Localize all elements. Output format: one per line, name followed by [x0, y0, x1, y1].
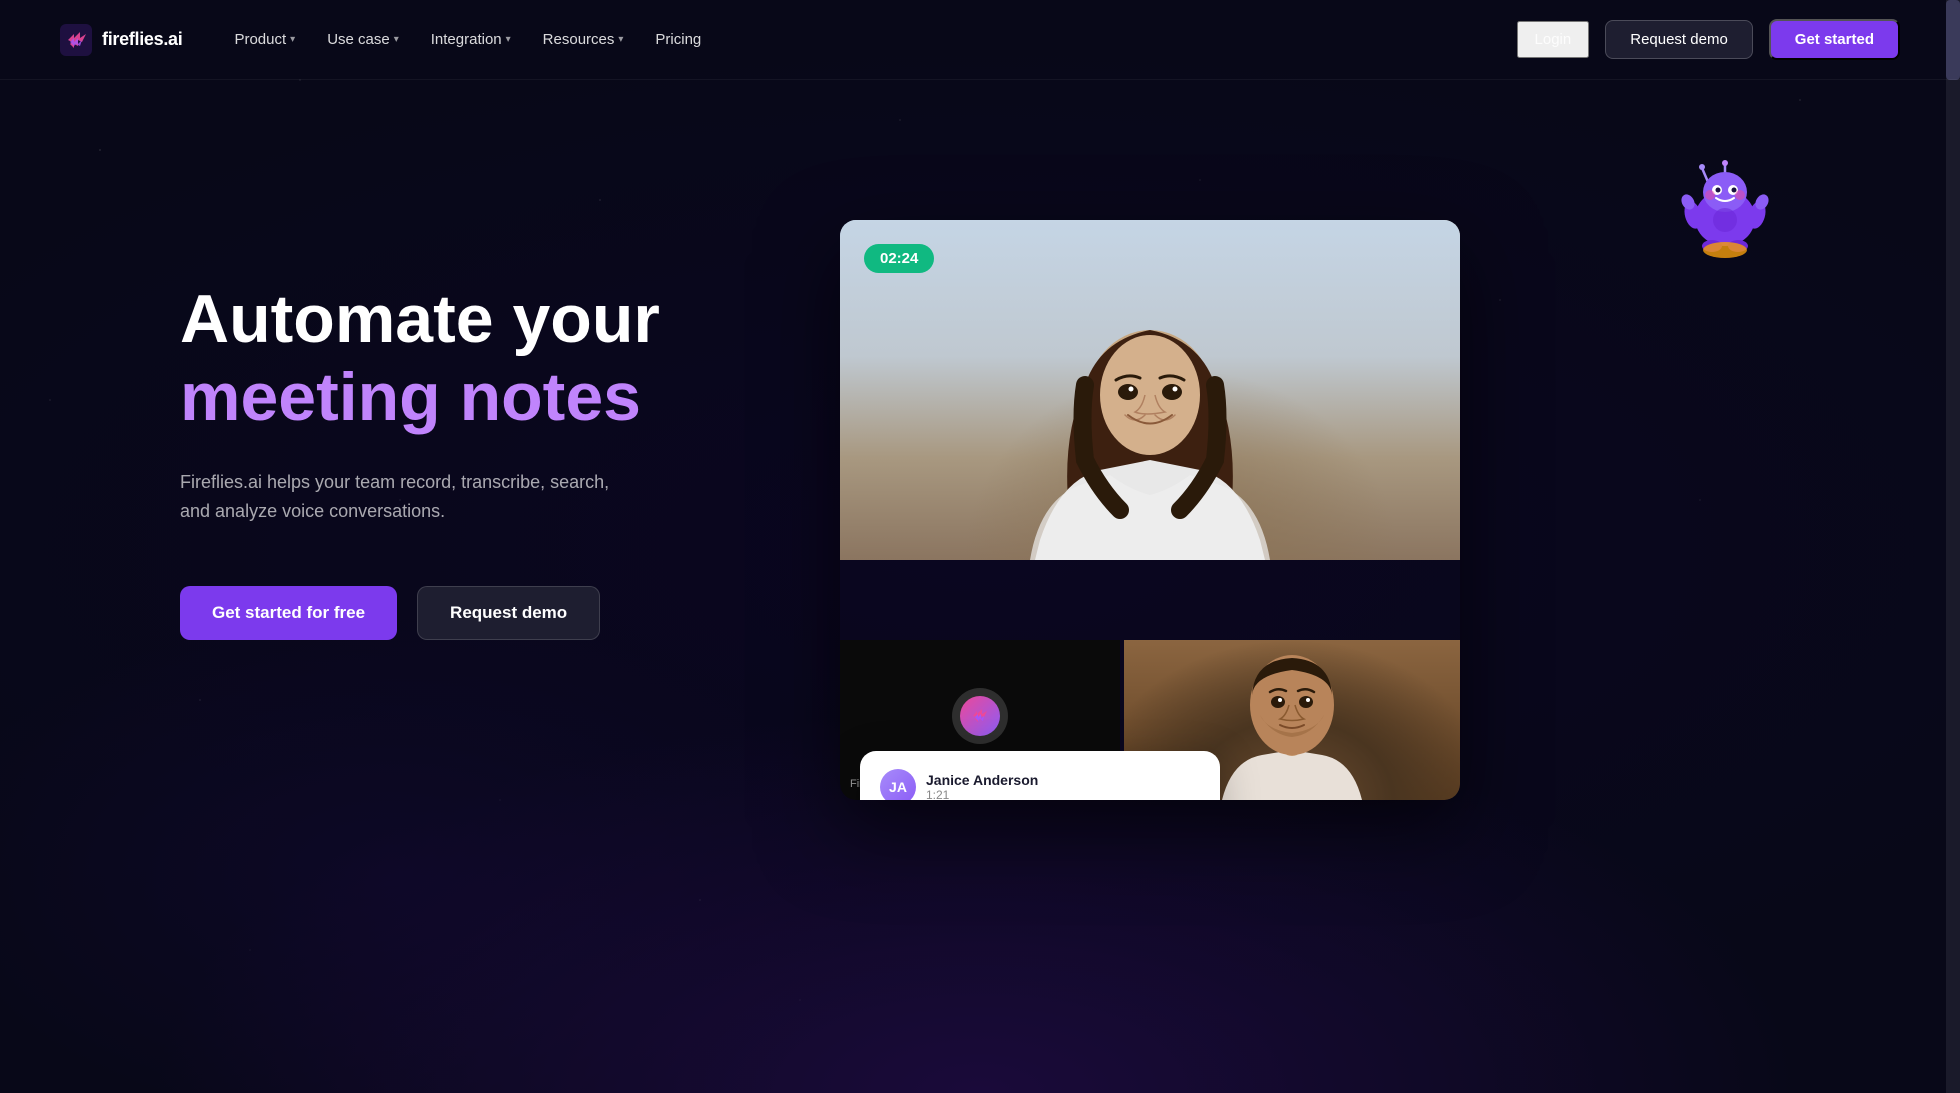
nav-left: fireflies.ai Product ▾ Use case ▾ Integr… [60, 23, 713, 56]
chevron-down-icon: ▾ [394, 34, 399, 45]
get-started-free-button[interactable]: Get started for free [180, 586, 397, 640]
chevron-down-icon: ▾ [618, 34, 623, 45]
nav-right: Login Request demo Get started [1517, 19, 1900, 60]
robot-mascot [1670, 160, 1780, 270]
nav-item-integration[interactable]: Integration ▾ [419, 23, 523, 56]
chat-bubble: JA Janice Anderson 1:21 I'll send out th… [860, 751, 1220, 800]
nav-item-pricing[interactable]: Pricing [643, 23, 713, 56]
nav-resources-label: Resources [543, 31, 615, 48]
get-started-nav-button[interactable]: Get started [1769, 19, 1900, 60]
nav-item-usecase[interactable]: Use case ▾ [315, 23, 411, 56]
hero-title: Automate your meeting notes [180, 280, 760, 436]
chevron-down-icon: ▾ [506, 34, 511, 45]
nav-pricing-label: Pricing [655, 31, 701, 48]
hero-right: 02:24 JA Janice Anderson 1:21 I'll send … [840, 160, 1840, 800]
request-demo-hero-button[interactable]: Request demo [417, 586, 600, 640]
chat-user-info: Janice Anderson 1:21 [926, 772, 1038, 800]
chevron-down-icon: ▾ [290, 34, 295, 45]
logo-icon [60, 24, 92, 56]
nav-item-resources[interactable]: Resources ▾ [531, 23, 636, 56]
hero-buttons: Get started for free Request demo [180, 586, 760, 640]
logo[interactable]: fireflies.ai [60, 24, 182, 56]
chat-avatar: JA [880, 769, 916, 800]
hero-subtitle: Fireflies.ai helps your team record, tra… [180, 468, 640, 526]
navbar: fireflies.ai Product ▾ Use case ▾ Integr… [0, 0, 1960, 80]
chat-timestamp: 1:21 [926, 788, 1038, 800]
hero-title-line1: Automate your [180, 280, 760, 358]
login-button[interactable]: Login [1517, 21, 1590, 58]
bot-icon-circle [952, 688, 1008, 744]
logo-text: fireflies.ai [102, 29, 182, 50]
hero-left: Automate your meeting notes Fireflies.ai… [180, 160, 760, 640]
nav-integration-label: Integration [431, 31, 502, 48]
bot-icon-inner [960, 696, 1000, 736]
nav-product-label: Product [234, 31, 286, 48]
timer-badge: 02:24 [864, 244, 934, 273]
hero-section: Automate your meeting notes Fireflies.ai… [0, 80, 1960, 980]
nav-usecase-label: Use case [327, 31, 390, 48]
request-demo-nav-button[interactable]: Request demo [1605, 20, 1753, 59]
hero-title-line2: meeting notes [180, 358, 760, 436]
nav-links: Product ▾ Use case ▾ Integration ▾ Resou… [222, 23, 713, 56]
nav-item-product[interactable]: Product ▾ [222, 23, 307, 56]
chat-header: JA Janice Anderson 1:21 [880, 769, 1200, 800]
chat-user-name: Janice Anderson [926, 772, 1038, 788]
video-container: 02:24 JA Janice Anderson 1:21 I'll send … [840, 220, 1460, 800]
video-main: 02:24 [840, 220, 1460, 560]
